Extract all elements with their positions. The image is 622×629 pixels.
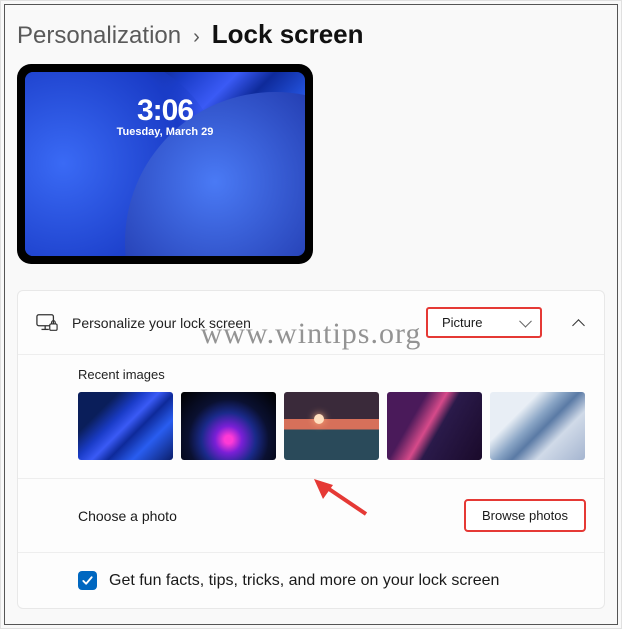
- recent-image-thumb[interactable]: [387, 392, 482, 460]
- preview-time: 3:06: [25, 94, 305, 128]
- preview-clock: 3:06 Tuesday, March 29: [25, 94, 305, 138]
- personalize-row[interactable]: Personalize your lock screen Picture: [18, 291, 604, 355]
- recent-images-title: Recent images: [78, 367, 586, 382]
- recent-image-thumb[interactable]: [78, 392, 173, 460]
- check-icon: [81, 574, 94, 587]
- preview-wallpaper: 3:06 Tuesday, March 29: [25, 72, 305, 256]
- chevron-up-icon[interactable]: [572, 316, 586, 330]
- breadcrumb: Personalization › Lock screen: [17, 19, 605, 50]
- fun-facts-checkbox[interactable]: [78, 571, 97, 590]
- recent-images-list: [78, 392, 586, 460]
- fun-facts-row[interactable]: Get fun facts, tips, tricks, and more on…: [18, 553, 604, 608]
- dropdown-value: Picture: [442, 315, 482, 330]
- personalize-label: Personalize your lock screen: [72, 315, 412, 331]
- recent-images-section: Recent images: [18, 355, 604, 479]
- breadcrumb-parent[interactable]: Personalization: [17, 22, 181, 50]
- choose-photo-label: Choose a photo: [78, 508, 464, 524]
- choose-photo-row: Choose a photo Browse photos: [18, 479, 604, 553]
- fun-facts-label: Get fun facts, tips, tricks, and more on…: [109, 572, 499, 590]
- lock-screen-panel: Personalize your lock screen Picture Rec…: [17, 290, 605, 609]
- recent-image-thumb[interactable]: [284, 392, 379, 460]
- lock-screen-preview: 3:06 Tuesday, March 29: [17, 64, 313, 264]
- monitor-lock-icon: [36, 313, 58, 333]
- recent-image-thumb[interactable]: [490, 392, 585, 460]
- background-type-dropdown[interactable]: Picture: [426, 307, 542, 338]
- preview-date: Tuesday, March 29: [25, 126, 305, 138]
- chevron-right-icon: ›: [193, 26, 200, 49]
- page-title: Lock screen: [212, 19, 364, 50]
- browse-photos-button[interactable]: Browse photos: [464, 499, 586, 532]
- recent-image-thumb[interactable]: [181, 392, 276, 460]
